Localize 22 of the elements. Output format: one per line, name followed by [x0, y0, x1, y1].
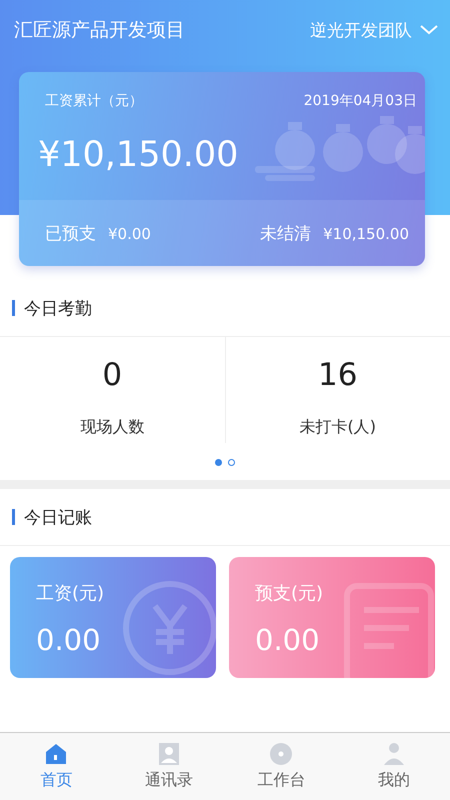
ledger-value: 0.00 [255, 623, 321, 657]
ledger-label: 预支(元) [255, 582, 324, 605]
prepaid-label: 已预支 [45, 222, 96, 244]
nav-tab[interactable]: 通讯录 [112, 733, 225, 800]
stat-label: 现场人数 [79, 417, 146, 438]
section-title: 今日记账 [24, 506, 92, 528]
unsettled-label: 未结清 [260, 222, 312, 244]
section-title: 今日考勤 [24, 298, 92, 320]
nav-tab[interactable]: 我的 [338, 733, 450, 800]
nav-tab[interactable]: 工作台 [225, 733, 338, 800]
ledger-label: 工资(元) [36, 582, 106, 605]
summary-label: 工资累计（元） [45, 92, 143, 110]
ledger-value: 0.00 [36, 623, 102, 657]
stat-label: 未打卡(人) [298, 417, 377, 438]
nav-tab[interactable]: 首页 [0, 733, 112, 800]
prepaid-amount: ¥0.00 [108, 224, 151, 242]
summary-amount: ¥10,150.00 [38, 134, 238, 176]
summary-date: 2019年04月03日 [304, 92, 417, 110]
unsettled-amount: ¥10,150.00 [323, 224, 409, 242]
stat-value: 16 [317, 357, 358, 393]
project-title: 汇匠源产品开发项目 [14, 18, 185, 43]
stat-value: 0 [101, 357, 124, 393]
